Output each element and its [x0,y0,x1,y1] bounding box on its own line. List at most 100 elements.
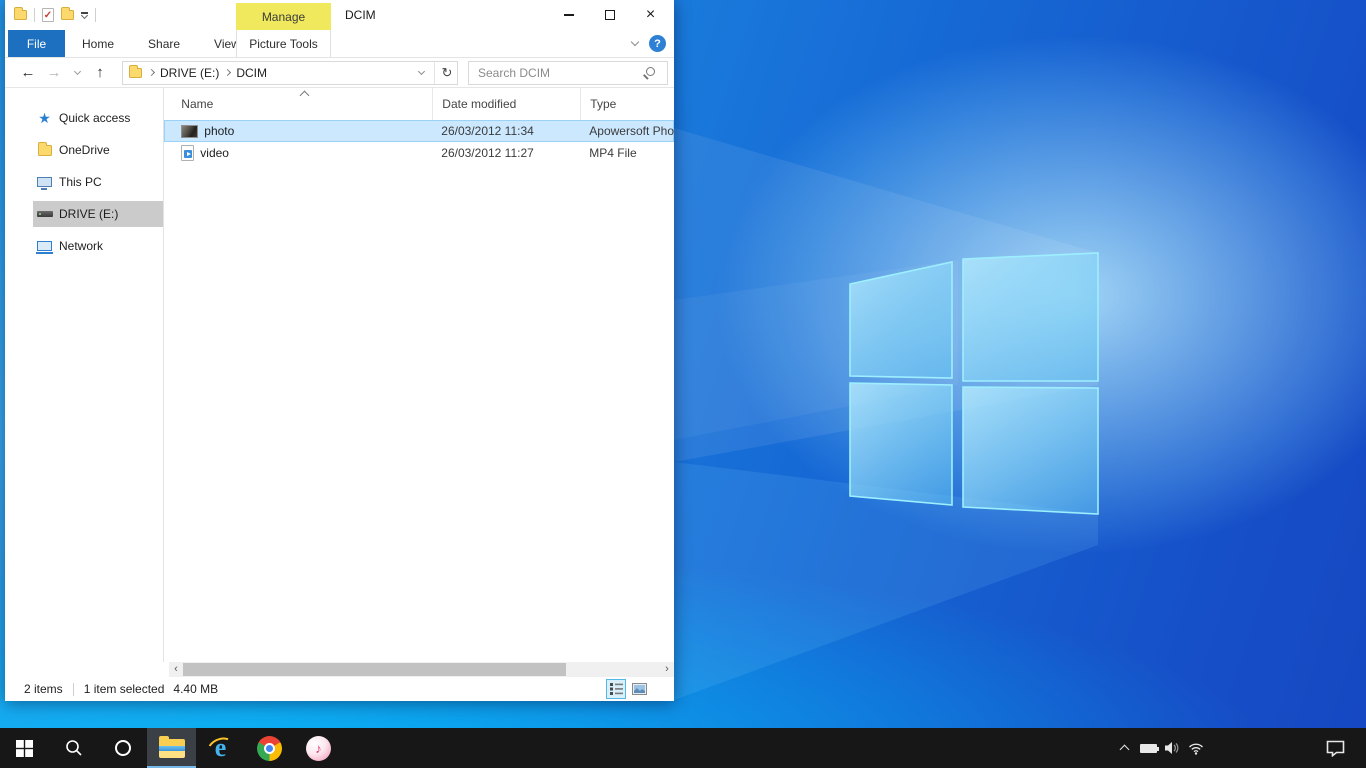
sidebar-item-label: Quick access [59,111,130,125]
customize-quick-access-button[interactable] [81,12,88,18]
toolbar-separator [95,8,96,22]
address-dropdown-button[interactable] [418,67,425,74]
navigation-bar: ← → ↑ DRIVE (E:) DCIM ↻ Search DCIM [5,58,674,88]
column-headers: Name Date modified Type [164,88,674,120]
chrome-button[interactable] [245,728,294,768]
properties-button[interactable]: ✓ [42,8,54,22]
breadcrumb-dcim[interactable]: DCIM [230,66,273,80]
help-button[interactable]: ? [649,35,666,52]
sidebar-item-label: This PC [59,175,102,189]
itunes-button[interactable]: ♪ [294,728,343,768]
close-icon: × [646,7,655,23]
file-date-modified: 26/03/2012 11:27 [432,146,580,160]
divider [73,683,74,696]
close-button[interactable]: × [630,0,671,30]
sidebar-item-drive-e[interactable]: DRIVE (E:) [5,198,163,230]
file-row-photo[interactable]: photo 26/03/2012 11:34 Apowersoft Pho [164,120,674,142]
refresh-button[interactable]: ↻ [437,65,457,81]
forward-button[interactable]: → [41,64,67,81]
maximize-button[interactable] [589,0,630,30]
search-icon [65,739,83,757]
thumbnails-view-icon [632,683,647,695]
search-icon [646,67,655,76]
selected-size: 4.40 MB [173,682,218,696]
divider [434,62,435,84]
recent-locations-button[interactable] [67,72,87,74]
sidebar-item-quick-access[interactable]: ★ Quick access [5,102,163,134]
file-list-pane: Name Date modified Type photo 26/03/2012… [163,88,674,662]
column-header-name[interactable]: Name [164,88,432,120]
internet-explorer-button[interactable]: e [196,728,245,768]
toolbar-separator [34,8,35,22]
selected-count: 1 item selected [84,682,165,696]
action-center-button[interactable] [1320,728,1350,768]
maximize-icon [605,10,615,20]
chrome-icon [257,736,282,761]
system-tray [1112,728,1208,768]
minimize-icon [564,14,574,16]
view-toggle-buttons [606,679,649,699]
sidebar-item-this-pc[interactable]: This PC [5,166,163,198]
taskbar: e ♪ [0,728,1366,768]
main-area: ★ Quick access OneDrive This PC DRIVE (E… [5,88,674,662]
file-explorer-icon [159,739,185,758]
chevron-down-icon [73,67,80,74]
file-type: MP4 File [580,146,674,160]
file-name: video [200,146,229,160]
scroll-left-arrow[interactable]: ‹ [169,662,183,677]
network-icon [37,241,52,251]
sidebar-item-onedrive[interactable]: OneDrive [5,134,163,166]
internet-explorer-icon: e [207,734,235,762]
photo-thumbnail-icon [181,125,198,138]
scroll-right-arrow[interactable]: › [660,662,674,677]
back-button[interactable]: ← [15,64,41,81]
search-input[interactable]: Search DCIM [468,61,668,85]
column-header-date-modified[interactable]: Date modified [432,88,580,120]
taskbar-search-button[interactable] [49,728,98,768]
cortana-circle-icon [115,740,131,756]
tab-file[interactable]: File [8,30,65,57]
address-bar[interactable]: DRIVE (E:) DCIM ↻ [122,61,458,85]
video-file-icon [181,145,194,161]
title-bar: ✓ Manage DCIM × [5,0,674,30]
quick-access-toolbar: ✓ [14,0,96,30]
wifi-icon [1188,742,1204,755]
show-hidden-icons-button[interactable] [1112,728,1136,768]
app-folder-icon[interactable] [14,10,27,20]
up-button[interactable]: ↑ [87,64,113,81]
scrollbar-thumb[interactable] [183,663,566,676]
cortana-button[interactable] [98,728,147,768]
breadcrumb-drive[interactable]: DRIVE (E:) [154,66,225,80]
file-date-modified: 26/03/2012 11:34 [432,124,580,138]
file-name: photo [204,124,234,138]
navigation-pane: ★ Quick access OneDrive This PC DRIVE (E… [5,88,163,662]
expand-ribbon-chevron-icon[interactable] [631,38,639,46]
tab-share[interactable]: Share [131,30,197,57]
new-folder-button[interactable] [61,10,74,20]
quick-access-star-icon: ★ [38,111,51,125]
sidebar-item-network[interactable]: Network [5,230,163,262]
usb-drive-icon [37,211,53,217]
tab-picture-tools[interactable]: Picture Tools [236,30,331,57]
column-header-type[interactable]: Type [580,88,674,120]
notifications-icon [1325,739,1346,757]
file-row-video[interactable]: video 26/03/2012 11:27 MP4 File [164,142,674,164]
file-type: Apowersoft Pho [580,124,674,138]
start-button[interactable] [0,728,49,768]
volume-indicator[interactable] [1160,728,1184,768]
details-view-button[interactable] [606,679,626,699]
minimize-button[interactable] [548,0,589,30]
horizontal-scrollbar[interactable]: ‹ › [169,662,674,677]
sidebar-item-label: DRIVE (E:) [59,207,118,221]
wifi-indicator[interactable] [1184,728,1208,768]
ribbon-right-controls: ? [632,30,666,57]
chevron-up-icon [1119,745,1129,755]
taskbar-file-explorer-button[interactable] [147,728,196,768]
ribbon-tabs: File Home Share View Picture Tools ? [5,30,674,58]
thumbnails-view-button[interactable] [629,679,649,699]
details-view-icon [610,683,623,695]
manage-contextual-tab[interactable]: Manage [236,3,331,30]
tab-home[interactable]: Home [65,30,131,57]
battery-indicator[interactable] [1136,728,1160,768]
search-placeholder: Search DCIM [478,66,550,80]
